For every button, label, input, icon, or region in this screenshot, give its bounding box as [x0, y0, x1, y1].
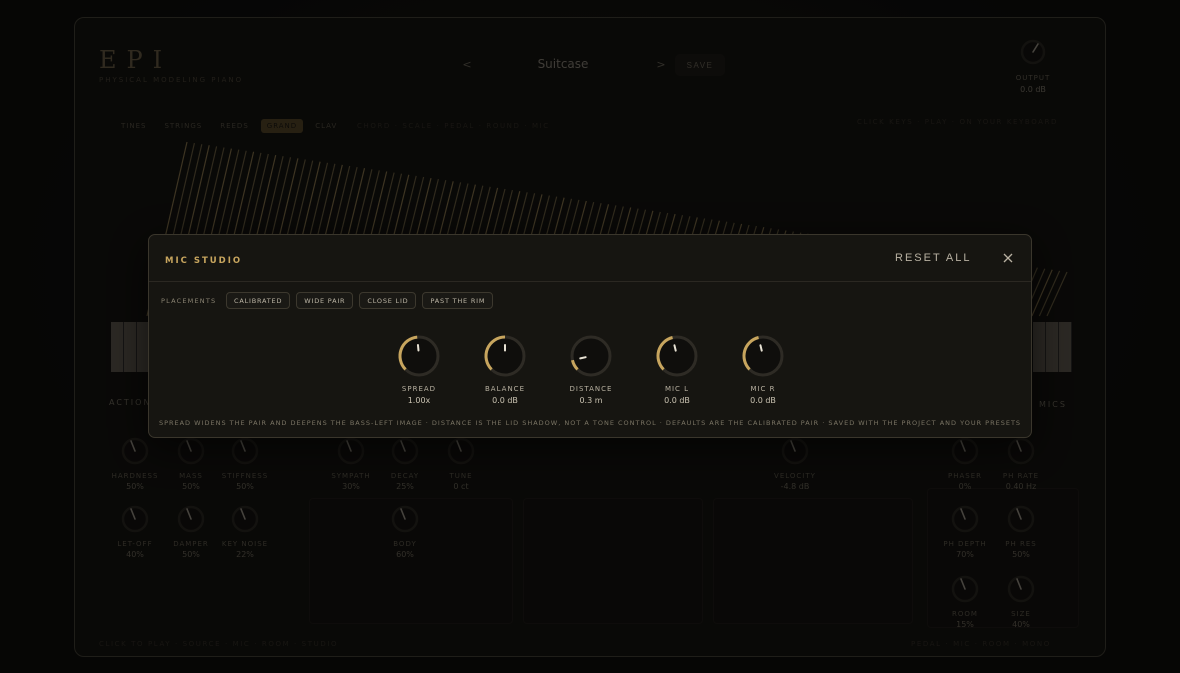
- mic-l-knob-dial[interactable]: [654, 333, 700, 379]
- distance-knob-dial[interactable]: [568, 333, 614, 379]
- modal-title: MIC STUDIO: [165, 256, 243, 266]
- balance-value: 0.0 dB: [492, 396, 518, 405]
- mic-r-value: 0.0 dB: [750, 396, 776, 405]
- mic-l-label: MIC L: [664, 385, 690, 393]
- modal-footer-hint: SPREAD WIDENS THE PAIR AND DEEPENS THE B…: [158, 419, 1022, 427]
- spread-value: 1.00x: [407, 396, 431, 405]
- balance-knob[interactable]: BALANCE 0.0 dB: [470, 333, 540, 405]
- mic-r-label: MIC R: [750, 385, 776, 393]
- spread-knob-dial[interactable]: [396, 333, 442, 379]
- balance-label: BALANCE: [485, 385, 525, 393]
- mic-r-knob[interactable]: MIC R 0.0 dB: [728, 333, 798, 405]
- placement-close-lid-button[interactable]: CLOSE LID: [359, 292, 417, 309]
- close-button[interactable]: [1001, 251, 1015, 265]
- placement-wide-pair-button[interactable]: WIDE PAIR: [296, 292, 354, 309]
- mic-l-value: 0.0 dB: [664, 396, 690, 405]
- distance-knob[interactable]: DISTANCE 0.3 m: [556, 333, 626, 405]
- placement-calibrated-button[interactable]: CALIBRATED: [226, 292, 291, 309]
- spread-knob[interactable]: SPREAD 1.00x: [384, 333, 454, 405]
- reset-all-button[interactable]: RESET ALL: [895, 252, 972, 264]
- distance-value: 0.3 m: [579, 396, 603, 405]
- placement-buttons: CALIBRATED WIDE PAIR CLOSE LID PAST THE …: [226, 292, 494, 309]
- placements-label: PLACEMENTS: [161, 297, 217, 305]
- mic-l-knob[interactable]: MIC L 0.0 dB: [642, 333, 712, 405]
- distance-label: DISTANCE: [569, 385, 613, 393]
- spread-label: SPREAD: [401, 385, 437, 393]
- balance-knob-dial[interactable]: [482, 333, 528, 379]
- modal-divider: [149, 281, 1031, 282]
- mic-r-knob-dial[interactable]: [740, 333, 786, 379]
- placement-past-the-rim-button[interactable]: PAST THE RIM: [422, 292, 494, 309]
- mic-studio-modal: MIC STUDIO RESET ALL PLACEMENTS CALIBRAT…: [148, 234, 1032, 438]
- app-stage: EPI PHYSICAL MODELING PIANO < Suitcase >…: [0, 0, 1180, 673]
- close-icon: [1003, 253, 1013, 263]
